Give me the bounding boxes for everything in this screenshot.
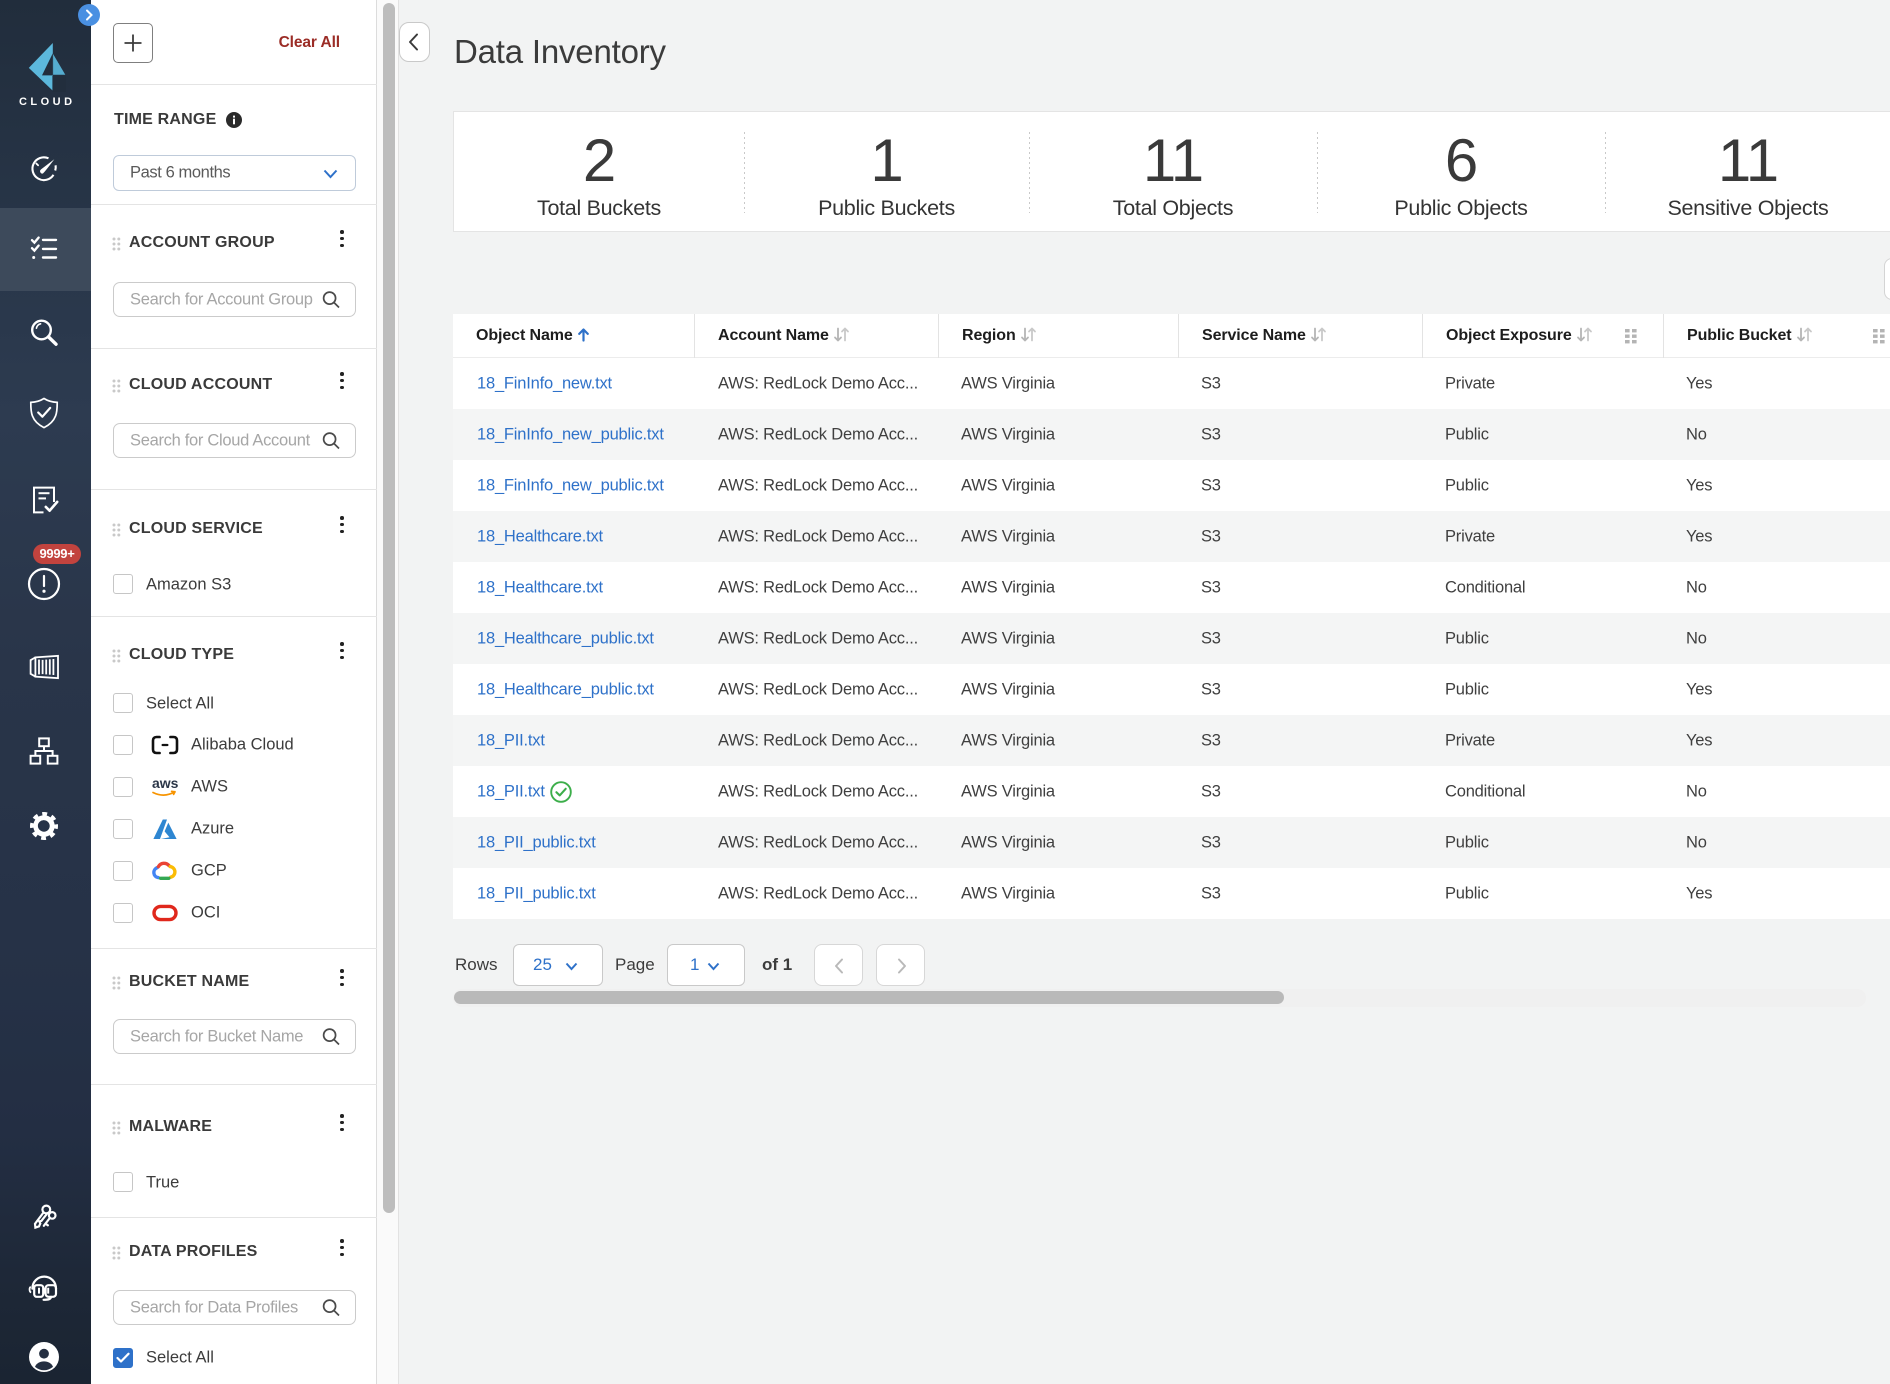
svg-text:aws: aws <box>152 775 179 791</box>
